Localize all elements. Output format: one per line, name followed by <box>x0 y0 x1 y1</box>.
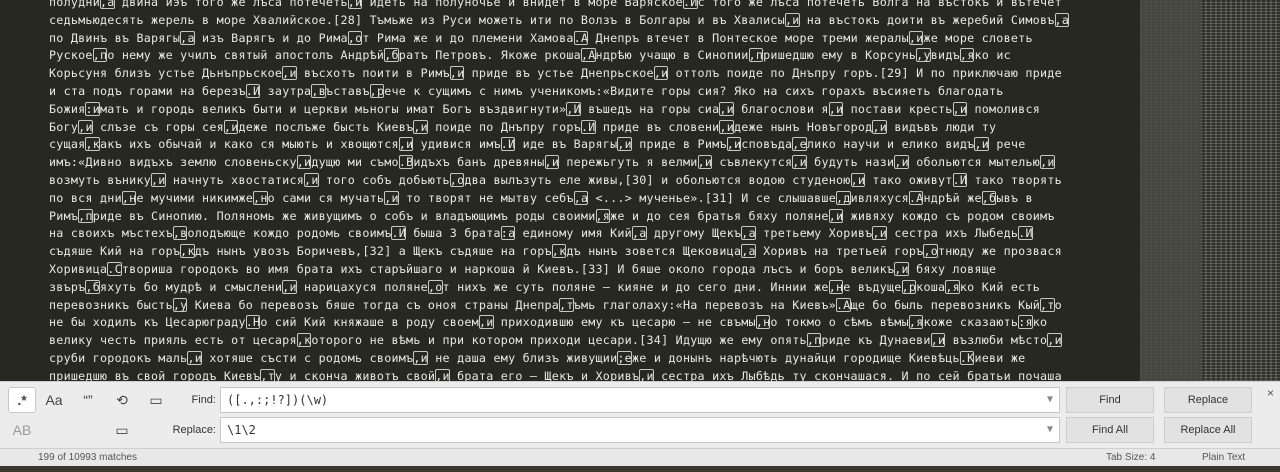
highlight-icon: ▭ <box>115 421 129 438</box>
replace-all-button[interactable]: Replace All <box>1164 417 1252 443</box>
replace-label: Replace: <box>172 424 216 436</box>
minimap[interactable] <box>1140 0 1280 381</box>
editor-line[interactable]: Римъ,приде въ Синопию. Поляномь же живущ… <box>49 208 1134 226</box>
line-gutter <box>0 0 46 381</box>
editor-line[interactable]: не бы ходилъ къ Цесарюграду.Но сий Кий к… <box>49 314 1134 332</box>
editor-line[interactable]: имъ:«Дивно видъхъ землю словеньску,идущю… <box>49 154 1134 172</box>
replace-input[interactable]: \1\2 ▼ <box>220 417 1060 443</box>
whole-word-toggle[interactable]: “” <box>74 387 102 413</box>
editor-line[interactable]: велику честь прияль есть от цесаря,котор… <box>49 332 1134 350</box>
editor-line[interactable]: Хоривица.Створиша городокъ во имя брата … <box>49 261 1134 279</box>
find-button[interactable]: Find <box>1066 387 1154 413</box>
find-replace-panel: .* Aa “” ⟲ ▭ AB ▭ Find: Replace: ([.,:;!… <box>0 381 1280 448</box>
in-selection-icon: ▭ <box>149 391 163 408</box>
editor-line[interactable]: сруби городокъ маль,и хотяше състи с род… <box>49 350 1134 368</box>
editor-line[interactable]: седьмьюдесять жерель в море Хвалийское.[… <box>49 12 1134 30</box>
editor-line[interactable]: по Двинъ въ Варягы,а изъ Варягъ и до Рим… <box>49 30 1134 48</box>
replace-input-value: \1\2 <box>227 423 256 437</box>
editor-line[interactable]: Руское,по нему же училъ святый апостолъ … <box>49 47 1134 65</box>
editor-line[interactable]: Божия:имать и городь великъ быти и церкв… <box>49 101 1134 119</box>
highlight-matches-toggle[interactable]: ▭ <box>108 417 136 443</box>
editor-line[interactable]: Корьсуня близъ устье Дьнъпрьское,и въсхо… <box>49 65 1134 83</box>
find-history-dropdown-icon[interactable]: ▼ <box>1047 388 1053 412</box>
match-count: 199 of 10993 matches <box>38 452 137 463</box>
preserve-case-icon: AB <box>12 422 32 438</box>
syntax-mode[interactable]: Plain Text <box>1202 452 1245 463</box>
editor-line[interactable]: перевозникъ бысть,у Киева бо перевозъ бя… <box>49 297 1134 315</box>
editor-line[interactable]: полуднй,а двина иэъ того же лъса потечет… <box>49 0 1134 12</box>
regex-toggle[interactable]: .* <box>8 387 36 413</box>
whole-word-icon: “” <box>83 392 93 408</box>
regex-icon: .* <box>17 392 27 408</box>
editor-line[interactable]: сущая,какъ ихъ обычай и како ся мыють и … <box>49 136 1134 154</box>
tab-size[interactable]: Tab Size: 4 <box>1106 452 1155 463</box>
editor-line[interactable]: пришедшю въ свой городъ Киевъ,ту и сконч… <box>49 368 1134 381</box>
find-label: Find: <box>191 394 216 406</box>
editor-line[interactable]: на своихъ мъстехъ,володъюще кождо родомь… <box>49 225 1134 243</box>
editor-line[interactable]: возмуть вънику,и начнуть хвостатися,и то… <box>49 172 1134 190</box>
case-icon: Aa <box>45 392 63 408</box>
editor-area[interactable]: полуднй,а двина иэъ того же лъса потечет… <box>0 0 1140 381</box>
find-input-value: ([.,:;!?])(\w) <box>227 393 329 407</box>
editor-line[interactable]: звъръ,бяхуть бо мудрѣ и смыслени,и нариц… <box>49 279 1134 297</box>
wrap-icon: ⟲ <box>116 391 128 408</box>
replace-history-dropdown-icon[interactable]: ▼ <box>1047 418 1053 442</box>
replace-button[interactable]: Replace <box>1164 387 1252 413</box>
case-sensitive-toggle[interactable]: Aa <box>40 387 68 413</box>
minimap-viewport[interactable] <box>1140 0 1202 381</box>
preserve-case-toggle[interactable]: AB <box>8 417 36 443</box>
editor-line[interactable]: по вся дни,не мучими никимже,но сами ся … <box>49 190 1134 208</box>
editor-line[interactable]: Богу,и слъзе съ горы сея,идеже послъже б… <box>49 119 1134 137</box>
status-bar: 199 of 10993 matches Tab Size: 4 Plain T… <box>0 448 1280 466</box>
editor-line[interactable]: съдяше Кий на горъ,кдъ нынъ увозъ Бориче… <box>49 243 1134 261</box>
find-all-button[interactable]: Find All <box>1066 417 1154 443</box>
close-panel-icon[interactable]: × <box>1267 386 1274 400</box>
editor-text[interactable]: полуднй,а двина иэъ того же лъса потечет… <box>49 0 1134 381</box>
taskbar-strip <box>0 466 1280 472</box>
find-input[interactable]: ([.,:;!?])(\w) ▼ <box>220 387 1060 413</box>
editor-line[interactable]: и ста подъ горами на березъ.И заутра,въс… <box>49 83 1134 101</box>
wrap-toggle[interactable]: ⟲ <box>108 387 136 413</box>
